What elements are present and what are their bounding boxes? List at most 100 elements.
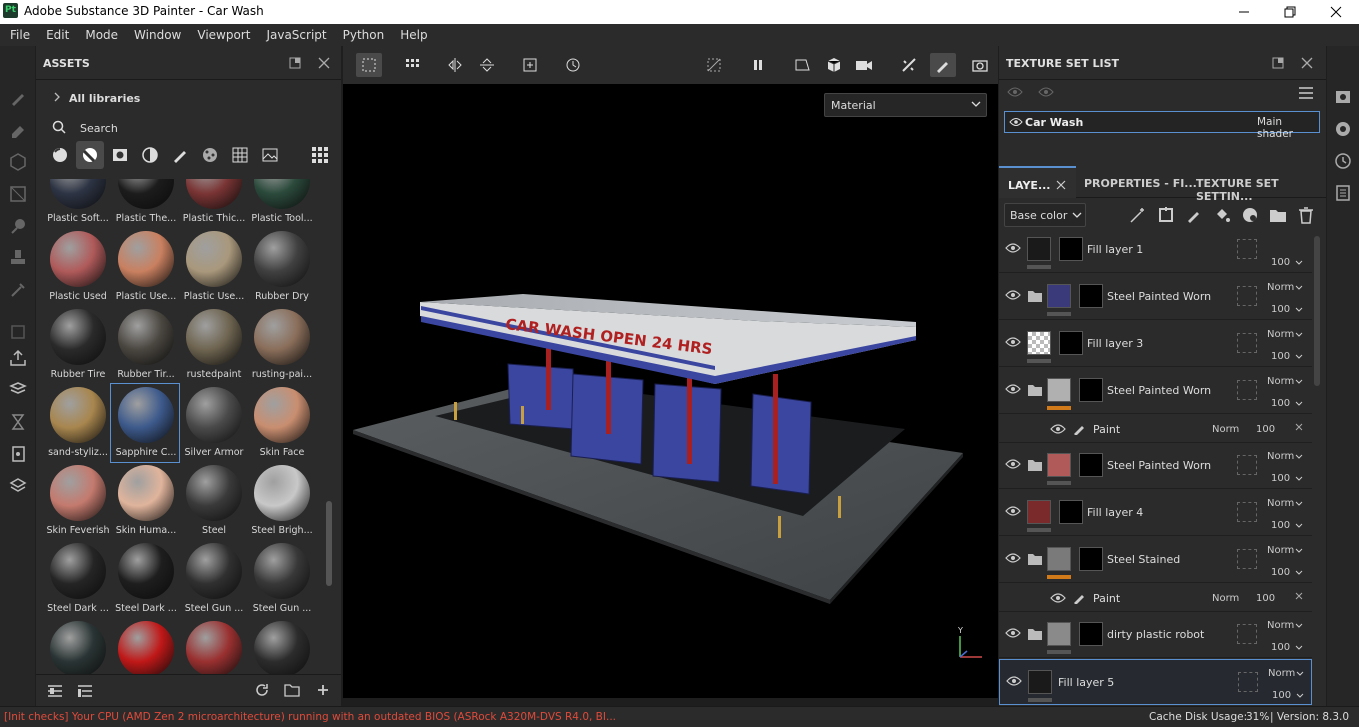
menu-help[interactable]: Help — [392, 28, 435, 42]
tab-texture-set-settings[interactable]: TEXTURE SET SETTIN... — [1196, 177, 1326, 203]
layer-blend-mode[interactable]: Norm — [1267, 498, 1294, 509]
eye-icon[interactable] — [1050, 592, 1066, 604]
layer-thumbnail[interactable] — [1027, 331, 1051, 355]
effect-blend-mode[interactable]: Norm — [1212, 593, 1239, 604]
filter-alpha-icon[interactable] — [196, 141, 224, 169]
layer-thumbnail[interactable] — [1047, 284, 1071, 308]
menu-edit[interactable]: Edit — [38, 28, 77, 42]
layer-mask-thumbnail[interactable] — [1059, 237, 1083, 261]
add-paint-layer-icon[interactable] — [1185, 206, 1203, 224]
layer-name[interactable]: Fill layer 4 — [1087, 506, 1143, 519]
undock-icon[interactable] — [1272, 57, 1284, 69]
material-thumbnail[interactable]: Steel Gun ... — [180, 543, 248, 621]
grid-view-icon[interactable] — [306, 141, 334, 169]
layer-row[interactable]: dirty plastic robot Norm 100 — [999, 612, 1312, 658]
export-icon[interactable] — [8, 348, 28, 368]
layer-row[interactable]: Steel Painted Worn Norm 100 — [999, 274, 1312, 320]
polygon-fill-icon[interactable] — [8, 184, 28, 204]
layer-name[interactable]: Steel Painted Worn — [1107, 290, 1211, 303]
layer-opacity[interactable]: 100 — [1271, 257, 1290, 268]
history-icon[interactable] — [560, 53, 586, 77]
layer-row[interactable]: Fill layer 3 Norm 100 — [999, 321, 1312, 367]
close-tab-icon[interactable] — [1056, 180, 1066, 190]
material-thumbnail[interactable]: Sapphire C... — [110, 383, 180, 465]
status-warning[interactable]: [Init checks] Your CPU (AMD Zen 2 microa… — [4, 711, 616, 723]
layer-visibility-eye-icon[interactable] — [1005, 458, 1021, 470]
menu-icon[interactable] — [1299, 87, 1313, 99]
layer-mask-thumbnail[interactable] — [1079, 284, 1103, 308]
material-thumbnail[interactable]: Rubber Tir... — [112, 309, 180, 387]
layer-row[interactable]: Fill layer 5 Norm 100 — [999, 659, 1312, 705]
material-thumbnail[interactable]: sand-styliz... — [44, 387, 112, 465]
layer-visibility-eye-icon[interactable] — [1005, 627, 1021, 639]
smudge-icon[interactable] — [8, 216, 28, 236]
layer-opacity[interactable]: 100 — [1272, 690, 1291, 701]
generator-icon[interactable] — [1157, 206, 1175, 224]
layer-mask-thumbnail[interactable] — [1079, 547, 1103, 571]
filter-material-icon[interactable] — [76, 141, 104, 169]
bake-icon[interactable] — [8, 380, 28, 400]
fit-view-icon[interactable] — [356, 53, 382, 77]
layer-name[interactable]: Fill layer 3 — [1087, 337, 1143, 350]
add-folder-icon[interactable] — [1269, 206, 1287, 224]
layer-mask-thumbnail[interactable] — [1059, 500, 1083, 524]
list-settings-icon[interactable] — [48, 685, 62, 697]
layer-opacity[interactable]: 100 — [1271, 304, 1290, 315]
layer-row[interactable]: Steel Painted Worn Norm 100 — [999, 368, 1312, 414]
folder-icon[interactable] — [284, 683, 300, 697]
eraser-icon[interactable] — [8, 120, 28, 140]
layer-mask-thumbnail[interactable] — [1079, 453, 1103, 477]
layer-thumbnail[interactable] — [1047, 622, 1071, 646]
layer-thumbnail[interactable] — [1027, 237, 1051, 261]
history-panel-icon[interactable] — [1334, 152, 1352, 170]
layer-row[interactable]: Fill layer 4 Norm 100 — [999, 490, 1312, 536]
layer-opacity[interactable]: 100 — [1271, 473, 1290, 484]
layer-opacity[interactable]: 100 — [1271, 351, 1290, 362]
filter-filter-icon[interactable] — [136, 141, 164, 169]
close-icon[interactable] — [1295, 592, 1303, 600]
shader-settings-icon[interactable] — [1334, 120, 1352, 138]
layer-blend-mode[interactable]: Norm — [1267, 376, 1294, 387]
layer-blend-mode[interactable]: Norm — [1267, 282, 1294, 293]
layer-blend-mode[interactable]: Norm — [1268, 668, 1295, 679]
tab-properties[interactable]: PROPERTIES - FI... — [1084, 177, 1197, 190]
material-thumbnail[interactable]: Silver Armor — [180, 387, 248, 465]
material-thumbnail[interactable]: Skin Huma... — [112, 465, 180, 543]
material-thumbnail[interactable]: Plastic Used — [44, 231, 112, 309]
search-box[interactable]: Search — [44, 116, 334, 138]
camera-video-icon[interactable] — [851, 53, 877, 77]
filter-texture-icon[interactable] — [226, 141, 254, 169]
layer-visibility-eye-icon[interactable] — [1005, 505, 1021, 517]
grid-tool-icon[interactable] — [400, 53, 426, 77]
layer-mask-thumbnail[interactable] — [1079, 378, 1103, 402]
paint-effect-row[interactable]: Paint Norm 100 — [999, 415, 1312, 443]
material-thumbnail[interactable]: Steel Dark ... — [112, 543, 180, 621]
assets-scrollbar[interactable] — [326, 501, 332, 586]
menu-viewport[interactable]: Viewport — [189, 28, 258, 42]
show-all-eye-icon[interactable] — [1038, 86, 1054, 98]
layer-name[interactable]: Steel Painted Worn — [1107, 459, 1211, 472]
material-thumbnail[interactable] — [112, 621, 180, 675]
material-thumbnail[interactable]: Rubber Dry — [248, 231, 316, 309]
shelf-icon[interactable] — [8, 476, 28, 496]
material-thumbnail[interactable]: Plastic Tool... — [248, 179, 316, 231]
layer-row[interactable]: Steel Painted Worn Norm 100 — [999, 443, 1312, 489]
menu-mode[interactable]: Mode — [77, 28, 126, 42]
menu-window[interactable]: Window — [126, 28, 189, 42]
hide-layer-icon[interactable] — [701, 53, 727, 77]
texture-set-item[interactable]: Car Wash Main shader — [1004, 111, 1320, 140]
material-thumbnail[interactable]: Skin Feverish — [44, 465, 112, 543]
maximize-button[interactable] — [1267, 0, 1313, 24]
layer-mask-thumbnail[interactable] — [1079, 622, 1103, 646]
add-icon[interactable] — [316, 683, 330, 697]
material-thumbnail[interactable] — [248, 621, 316, 675]
material-thumbnail[interactable]: Plastic Soft... — [44, 179, 112, 231]
document-icon[interactable] — [8, 444, 28, 464]
focus-icon[interactable] — [517, 53, 543, 77]
material-thumbnail[interactable]: Plastic Thic... — [180, 179, 248, 231]
render-icon[interactable] — [896, 53, 922, 77]
material-thumbnail[interactable]: Steel — [180, 465, 248, 543]
material-thumbnail[interactable]: Rubber Tire — [44, 309, 112, 387]
filter-smart-material-icon[interactable] — [46, 141, 74, 169]
layer-name[interactable]: Steel Painted Worn — [1107, 384, 1211, 397]
